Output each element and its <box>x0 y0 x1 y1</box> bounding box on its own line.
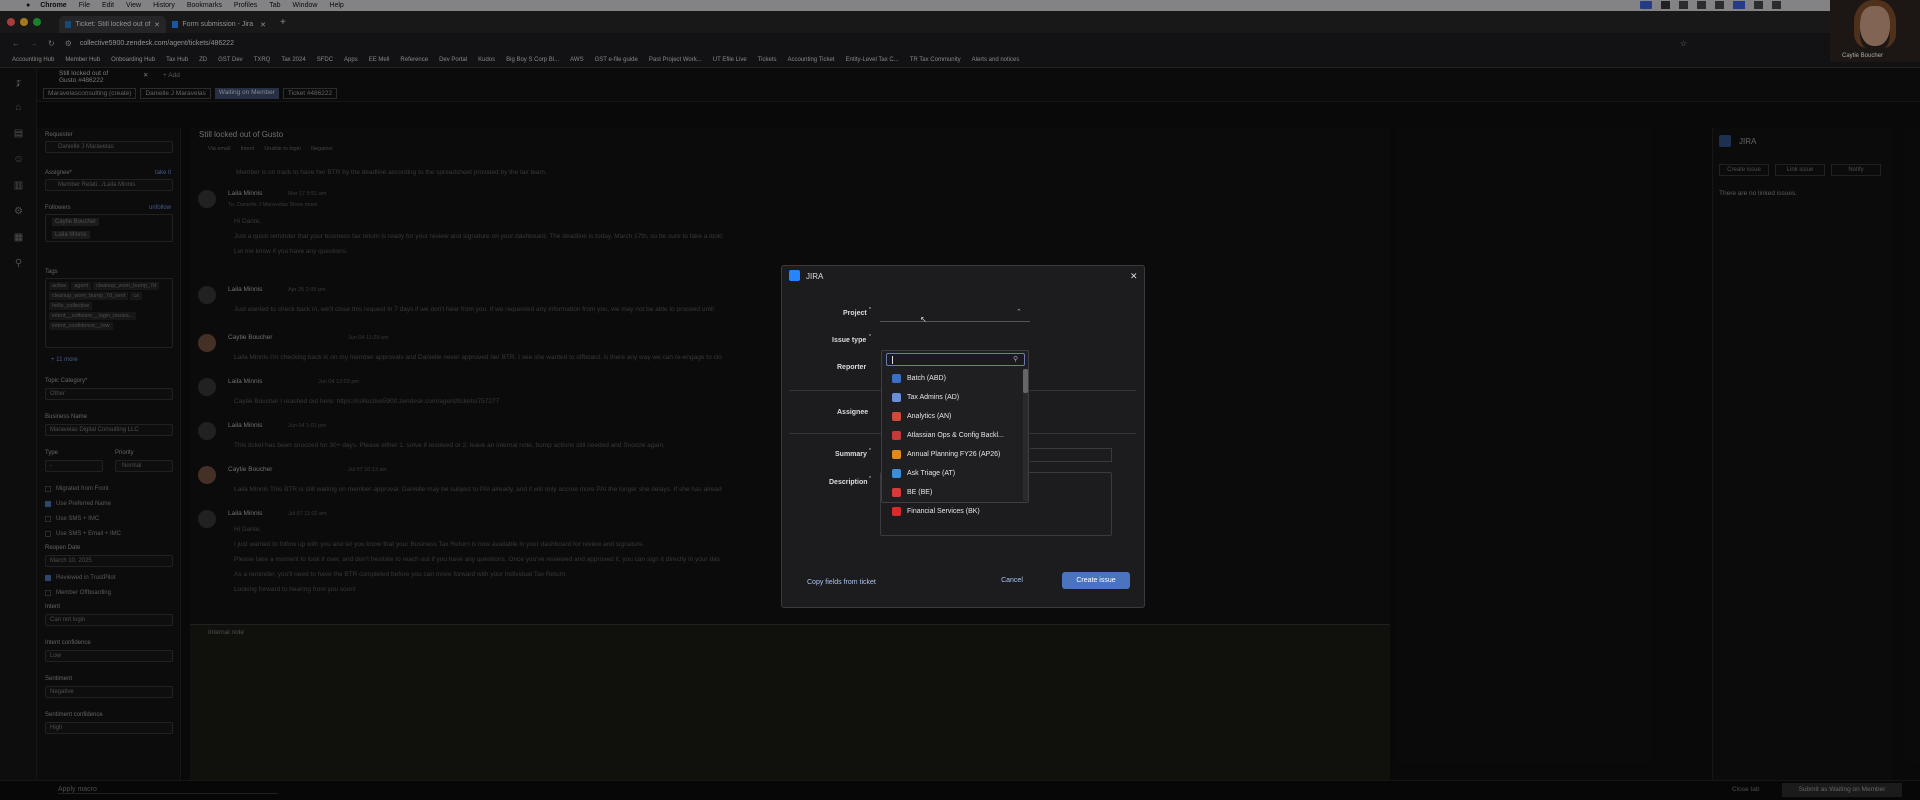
project-option-ask-triage[interactable]: Ask Triage (AT) <box>882 464 1022 483</box>
project-dropdown-menu: ⚲ Batch (ABD) Tax Admins (AD) Analytics … <box>881 350 1029 516</box>
required-marker: * <box>869 476 871 482</box>
option-label: BE (BE) <box>907 489 933 496</box>
option-label: Ask Triage (AT) <box>907 470 956 477</box>
issue-type-label: Issue type <box>832 337 867 344</box>
project-avatar-icon <box>892 469 901 478</box>
project-avatar-icon <box>892 488 901 497</box>
option-label: Atlassian Ops & Config Backl... <box>907 432 1004 439</box>
project-label: Project <box>843 310 867 317</box>
project-option-be[interactable]: BE (BE) <box>882 483 1022 502</box>
project-avatar-icon <box>892 431 901 440</box>
cancel-button[interactable]: Cancel <box>991 572 1033 589</box>
summary-label: Summary <box>835 451 867 458</box>
project-avatar-icon <box>892 507 901 516</box>
description-label: Description <box>829 479 868 486</box>
chevron-up-icon: ⌃ <box>1016 309 1022 316</box>
project-option-tax-admins[interactable]: Tax Admins (AD) <box>882 388 1022 407</box>
option-label: Analytics (AN) <box>907 413 952 420</box>
option-label: Batch (ABD) <box>907 375 946 382</box>
reporter-label: Reporter <box>837 364 867 371</box>
project-avatar-icon <box>892 374 901 383</box>
option-label: Financial Services (BK) <box>907 508 980 515</box>
project-select[interactable]: ⌃ <box>880 305 1030 322</box>
required-marker: * <box>869 448 871 454</box>
dropdown-options: Batch (ABD) Tax Admins (AD) Analytics (A… <box>882 369 1022 521</box>
project-search-input[interactable]: ⚲ <box>886 353 1025 366</box>
scrollbar-thumb[interactable] <box>1023 369 1028 393</box>
project-option-atlassian-ops[interactable]: Atlassian Ops & Config Backl... <box>882 426 1022 445</box>
mouse-cursor-icon: ↖ <box>920 315 927 324</box>
option-label: Tax Admins (AD) <box>907 394 960 401</box>
required-marker: * <box>869 334 871 340</box>
jira-modal-logo-icon <box>789 270 800 281</box>
dropdown-scrollbar[interactable] <box>1023 369 1028 501</box>
project-option-batch[interactable]: Batch (ABD) <box>882 369 1022 388</box>
project-avatar-icon <box>892 412 901 421</box>
option-label: Annual Planning FY26 (AP26) <box>907 451 1001 458</box>
project-avatar-icon <box>892 450 901 459</box>
modal-title: JIRA <box>806 272 824 281</box>
copy-fields-link[interactable]: Copy fields from ticket <box>807 579 876 586</box>
project-option-analytics[interactable]: Analytics (AN) <box>882 407 1022 426</box>
project-option-financial-services[interactable]: Financial Services (BK) <box>882 502 1022 521</box>
required-marker: * <box>869 307 871 313</box>
assignee-label: Assignee <box>837 409 869 416</box>
search-icon: ⚲ <box>1013 356 1019 363</box>
close-icon[interactable]: ✕ <box>1130 271 1138 282</box>
summary-input[interactable] <box>1030 448 1112 462</box>
project-avatar-icon <box>892 393 901 402</box>
project-option-annual-planning[interactable]: Annual Planning FY26 (AP26) <box>882 445 1022 464</box>
text-caret <box>892 356 893 364</box>
create-issue-button[interactable]: Create issue <box>1062 572 1130 589</box>
